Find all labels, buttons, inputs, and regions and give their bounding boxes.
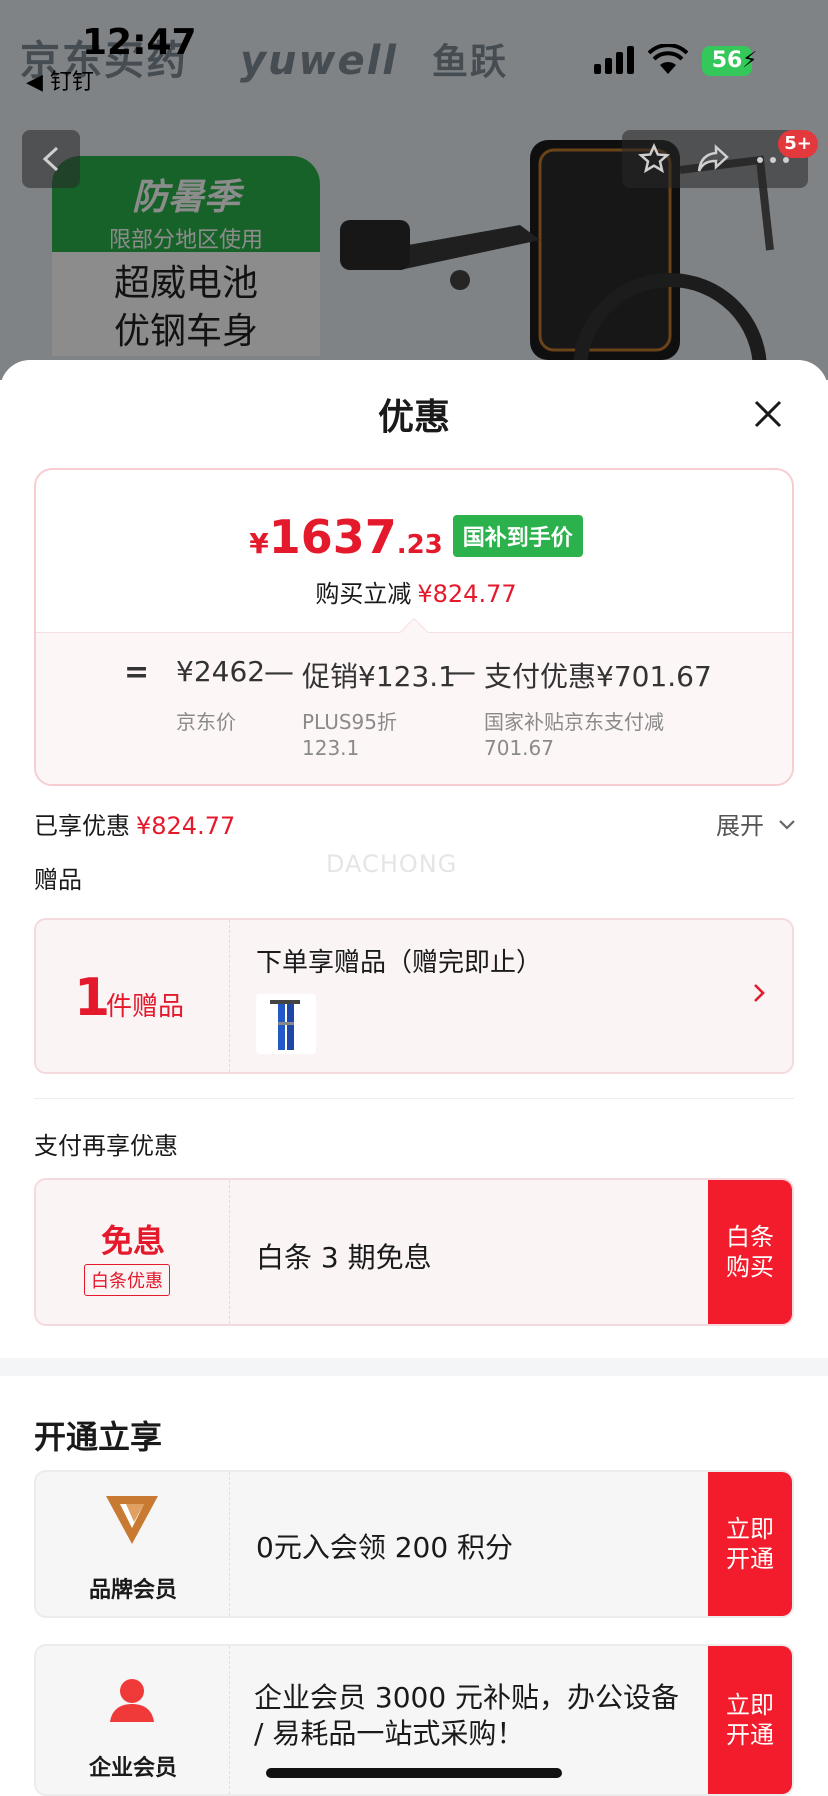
star-icon[interactable]	[638, 143, 670, 175]
formula-equals: =	[124, 655, 150, 690]
status-bar: 12:47 ◀ 钉钉 56 ⚡	[0, 0, 828, 100]
pay-detail-line-2: 701.67	[484, 736, 554, 760]
gift-section-heading: 赠品	[34, 866, 82, 894]
home-indicator	[266, 1768, 562, 1778]
gift-title: 下单享赠品（赠完即止）	[256, 948, 543, 978]
promo-detail: PLUS95折 123.1	[302, 709, 397, 761]
brand-member-label: 品牌会员	[88, 1578, 177, 1603]
pay-detail-line-1: 国家补贴京东支付减	[484, 710, 664, 734]
watermark: DACHONG	[326, 850, 458, 878]
gift-product-thumbnail	[256, 994, 316, 1054]
enterprise-member-label: 企业会员	[88, 1756, 177, 1781]
pay-discount-detail: 国家补贴京东支付减 701.67	[484, 709, 664, 761]
cellular-signal-icon	[594, 46, 634, 74]
promo-detail-line-2: 123.1	[302, 736, 360, 760]
wifi-icon	[648, 44, 688, 74]
price-decimal: .23	[396, 530, 443, 560]
brand-member-join-button[interactable]: 立即 开通	[708, 1472, 792, 1616]
enterprise-member-join-button[interactable]: 立即 开通	[708, 1646, 792, 1794]
final-price: ¥1637.23 国补到手价	[36, 510, 792, 564]
brand-join-line-2: 开通	[726, 1545, 774, 1573]
back-to-app-link[interactable]: ◀ 钉钉	[26, 64, 94, 96]
brand-member-text: 0元入会领 200 积分	[256, 1531, 514, 1564]
chevron-right-icon	[754, 984, 765, 1002]
price-integer: 1637	[268, 510, 397, 564]
enjoyed-label: 已享优惠	[34, 812, 130, 840]
membership-heading: 开通立享	[34, 1418, 163, 1456]
brand-member-card: 品牌会员 0元入会领 200 积分 立即 开通	[34, 1470, 794, 1618]
instant-reduction: 购买立减 ¥824.77	[36, 574, 792, 609]
brand-join-line-1: 立即	[726, 1515, 774, 1543]
share-icon[interactable]	[696, 144, 730, 174]
interest-free-label: 免息	[100, 1222, 165, 1260]
baitiao-buy-button[interactable]: 白条 购买	[708, 1180, 792, 1324]
enterprise-join-line-1: 立即	[726, 1691, 774, 1719]
status-time: 12:47	[82, 22, 197, 63]
reduction-value: ¥824.77	[417, 580, 517, 608]
gift-count: 1	[74, 968, 111, 1028]
enterprise-member-text: 企业会员 3000 元补贴，办公设备 / 易耗品一站式采购！	[254, 1681, 680, 1750]
charging-bolt-icon: ⚡	[742, 48, 758, 73]
message-count-badge: 5+	[778, 130, 818, 158]
baitiao-offer-text: 白条 3 期免息	[256, 1241, 432, 1274]
baitiao-button-line-1: 白条	[726, 1223, 774, 1251]
price-breakdown-card: ¥1637.23 国补到手价 购买立减 ¥824.77 = ¥2462 京东价 — …	[34, 468, 794, 786]
gift-unit: 件赠品	[106, 992, 185, 1022]
discount-sheet: 优惠 ¥1637.23 国补到手价 购买立减 ¥824.77 = ¥2462 京东价…	[0, 360, 828, 1796]
chevron-down-icon	[778, 820, 795, 830]
expand-button[interactable]: 展开	[716, 806, 796, 841]
price-formula: = ¥2462 京东价 — 促销¥123.1 PLUS95折 123.1 — 支…	[36, 632, 792, 784]
promo-value: 促销¥123.1	[302, 660, 456, 693]
chevron-left-icon	[42, 146, 59, 172]
formula-minus-2: —	[446, 655, 476, 690]
jd-price-value: ¥2462	[176, 655, 266, 688]
enterprise-join-line-2: 开通	[726, 1721, 774, 1749]
brand-member-logo-icon	[106, 1496, 158, 1544]
gift-card[interactable]: 1 件赠品 下单享赠品（赠完即止）	[34, 918, 794, 1074]
divider	[34, 1098, 794, 1099]
expand-label: 展开	[716, 812, 764, 840]
enjoyed-discount: 已享优惠 ¥824.77	[34, 806, 235, 841]
baitiao-offer-card: 免息 白条优惠 白条 3 期免息 白条 购买	[34, 1178, 794, 1326]
pay-discount-value: 支付优惠¥701.67	[484, 660, 712, 693]
subsidy-price-tag: 国补到手价	[452, 515, 583, 557]
close-icon[interactable]	[748, 394, 788, 434]
reduction-label: 购买立减	[315, 580, 412, 608]
pay-offer-heading: 支付再享优惠	[34, 1132, 178, 1160]
baitiao-button-line-2: 购买	[726, 1253, 774, 1281]
user-icon	[110, 1679, 154, 1722]
sheet-title: 优惠	[377, 397, 450, 438]
more-icon[interactable]	[756, 156, 790, 164]
jd-price-label: 京东价	[176, 710, 236, 734]
baitiao-badge: 白条优惠	[84, 1264, 170, 1296]
back-button[interactable]	[22, 130, 80, 188]
section-separator	[0, 1358, 828, 1376]
promo-detail-line-1: PLUS95折	[302, 710, 397, 734]
formula-minus-1: —	[264, 655, 294, 690]
enjoyed-value: ¥824.77	[136, 812, 236, 840]
price-currency: ¥	[249, 527, 269, 560]
